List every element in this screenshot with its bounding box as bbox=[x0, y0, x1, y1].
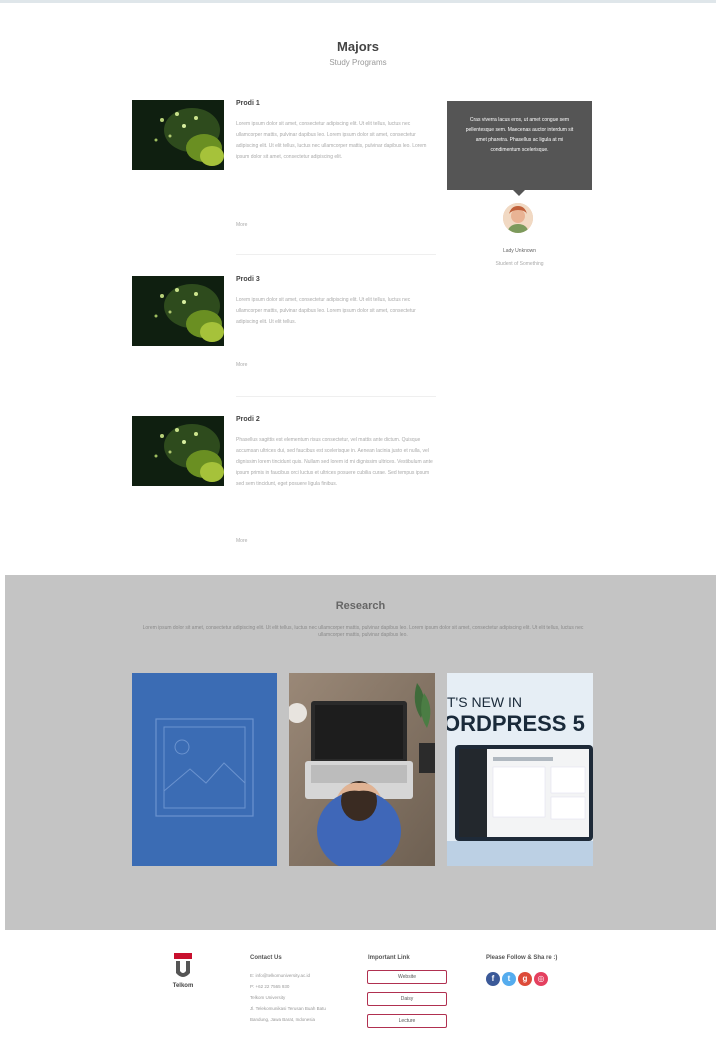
post-title[interactable]: Prodi 3 bbox=[236, 276, 436, 283]
contact-line: E: info@telkomuniversity.ac.id bbox=[250, 973, 311, 978]
post-divider bbox=[236, 396, 436, 397]
post-thumbnail[interactable] bbox=[132, 416, 224, 486]
links-title: Important Link bbox=[368, 955, 410, 961]
testimonial-name: Lady Unknown bbox=[502, 248, 537, 254]
research-card-placeholder[interactable] bbox=[132, 673, 277, 866]
post-excerpt: Lorem ipsum dolor sit amet, consectetur … bbox=[236, 121, 427, 160]
link-website-button[interactable]: Website bbox=[367, 970, 447, 984]
post-body: Prodi 3 Lorem ipsum dolor sit amet, cons… bbox=[236, 276, 436, 328]
post-title[interactable]: Prodi 2 bbox=[236, 416, 436, 423]
twitter-icon[interactable]: t bbox=[502, 972, 516, 986]
post-2: Prodi 3 Lorem ipsum dolor sit amet, cons… bbox=[132, 276, 436, 397]
contact-title: Contact Us bbox=[250, 955, 282, 961]
post-1: Prodi 1 Lorem ipsum dolor sit amet, cons… bbox=[132, 100, 436, 260]
testimonial-arrow bbox=[513, 190, 525, 196]
post-body: Prodi 1 Lorem ipsum dolor sit amet, cons… bbox=[236, 100, 436, 163]
majors-title: Majors bbox=[337, 39, 379, 54]
link-daisy-button[interactable]: Daisy bbox=[367, 992, 447, 1006]
post-3: Prodi 2 Phasellus sagittis est elementum… bbox=[132, 416, 436, 556]
avatar bbox=[503, 203, 533, 233]
research-card-wordpress[interactable]: T'S NEW IN ORDPRESS 5 bbox=[447, 673, 593, 866]
instagram-icon[interactable]: ◎ bbox=[534, 972, 548, 986]
post-excerpt: Phasellus sagittis est elementum risus c… bbox=[236, 437, 433, 487]
contact-line: Jl. Telekomunikasi Terusan Buah Batu bbox=[250, 1006, 326, 1011]
testimonial-quote: Cras viverra lacus eros, ut amet congue … bbox=[447, 101, 592, 190]
post-excerpt: Lorem ipsum dolor sit amet, consectetur … bbox=[236, 297, 416, 325]
more-link[interactable]: More bbox=[236, 538, 247, 544]
facebook-icon[interactable]: f bbox=[486, 972, 500, 986]
contact-line: P: +62 22 7565 930 bbox=[250, 984, 290, 989]
contact-line: Telkom University bbox=[250, 995, 286, 1000]
post-title[interactable]: Prodi 1 bbox=[236, 100, 436, 107]
card3-line2: ORDPRESS 5 bbox=[447, 711, 585, 736]
post-thumbnail[interactable] bbox=[132, 100, 224, 170]
contact-line: Bandung, Jawa Barat, Indonesia bbox=[250, 1017, 316, 1022]
research-section: Research Lorem ipsum dolor sit amet, con… bbox=[5, 575, 716, 930]
majors-subtitle: Study Programs bbox=[329, 58, 387, 67]
image-placeholder-icon bbox=[132, 673, 277, 866]
logo-text: Telkom bbox=[172, 983, 194, 989]
testimonial-role: Student of Something bbox=[495, 261, 544, 267]
top-border bbox=[0, 0, 716, 3]
research-title: Research bbox=[335, 600, 386, 612]
post-divider bbox=[236, 254, 436, 255]
post-thumbnail[interactable] bbox=[132, 276, 224, 346]
telkom-logo[interactable] bbox=[166, 953, 200, 999]
footer bbox=[0, 930, 716, 1051]
research-card-laptop[interactable] bbox=[289, 673, 435, 866]
more-link[interactable]: More bbox=[236, 362, 247, 368]
social-title: Please Follow & Sha re :) bbox=[486, 955, 558, 961]
card3-line1: T'S NEW IN bbox=[447, 694, 522, 710]
google-plus-icon[interactable]: g bbox=[518, 972, 532, 986]
post-body: Prodi 2 Phasellus sagittis est elementum… bbox=[236, 416, 436, 490]
research-description: Lorem ipsum dolor sit amet, consectetur … bbox=[142, 625, 584, 638]
link-lecture-button[interactable]: Lecture bbox=[367, 1014, 447, 1028]
more-link[interactable]: More bbox=[236, 222, 247, 228]
